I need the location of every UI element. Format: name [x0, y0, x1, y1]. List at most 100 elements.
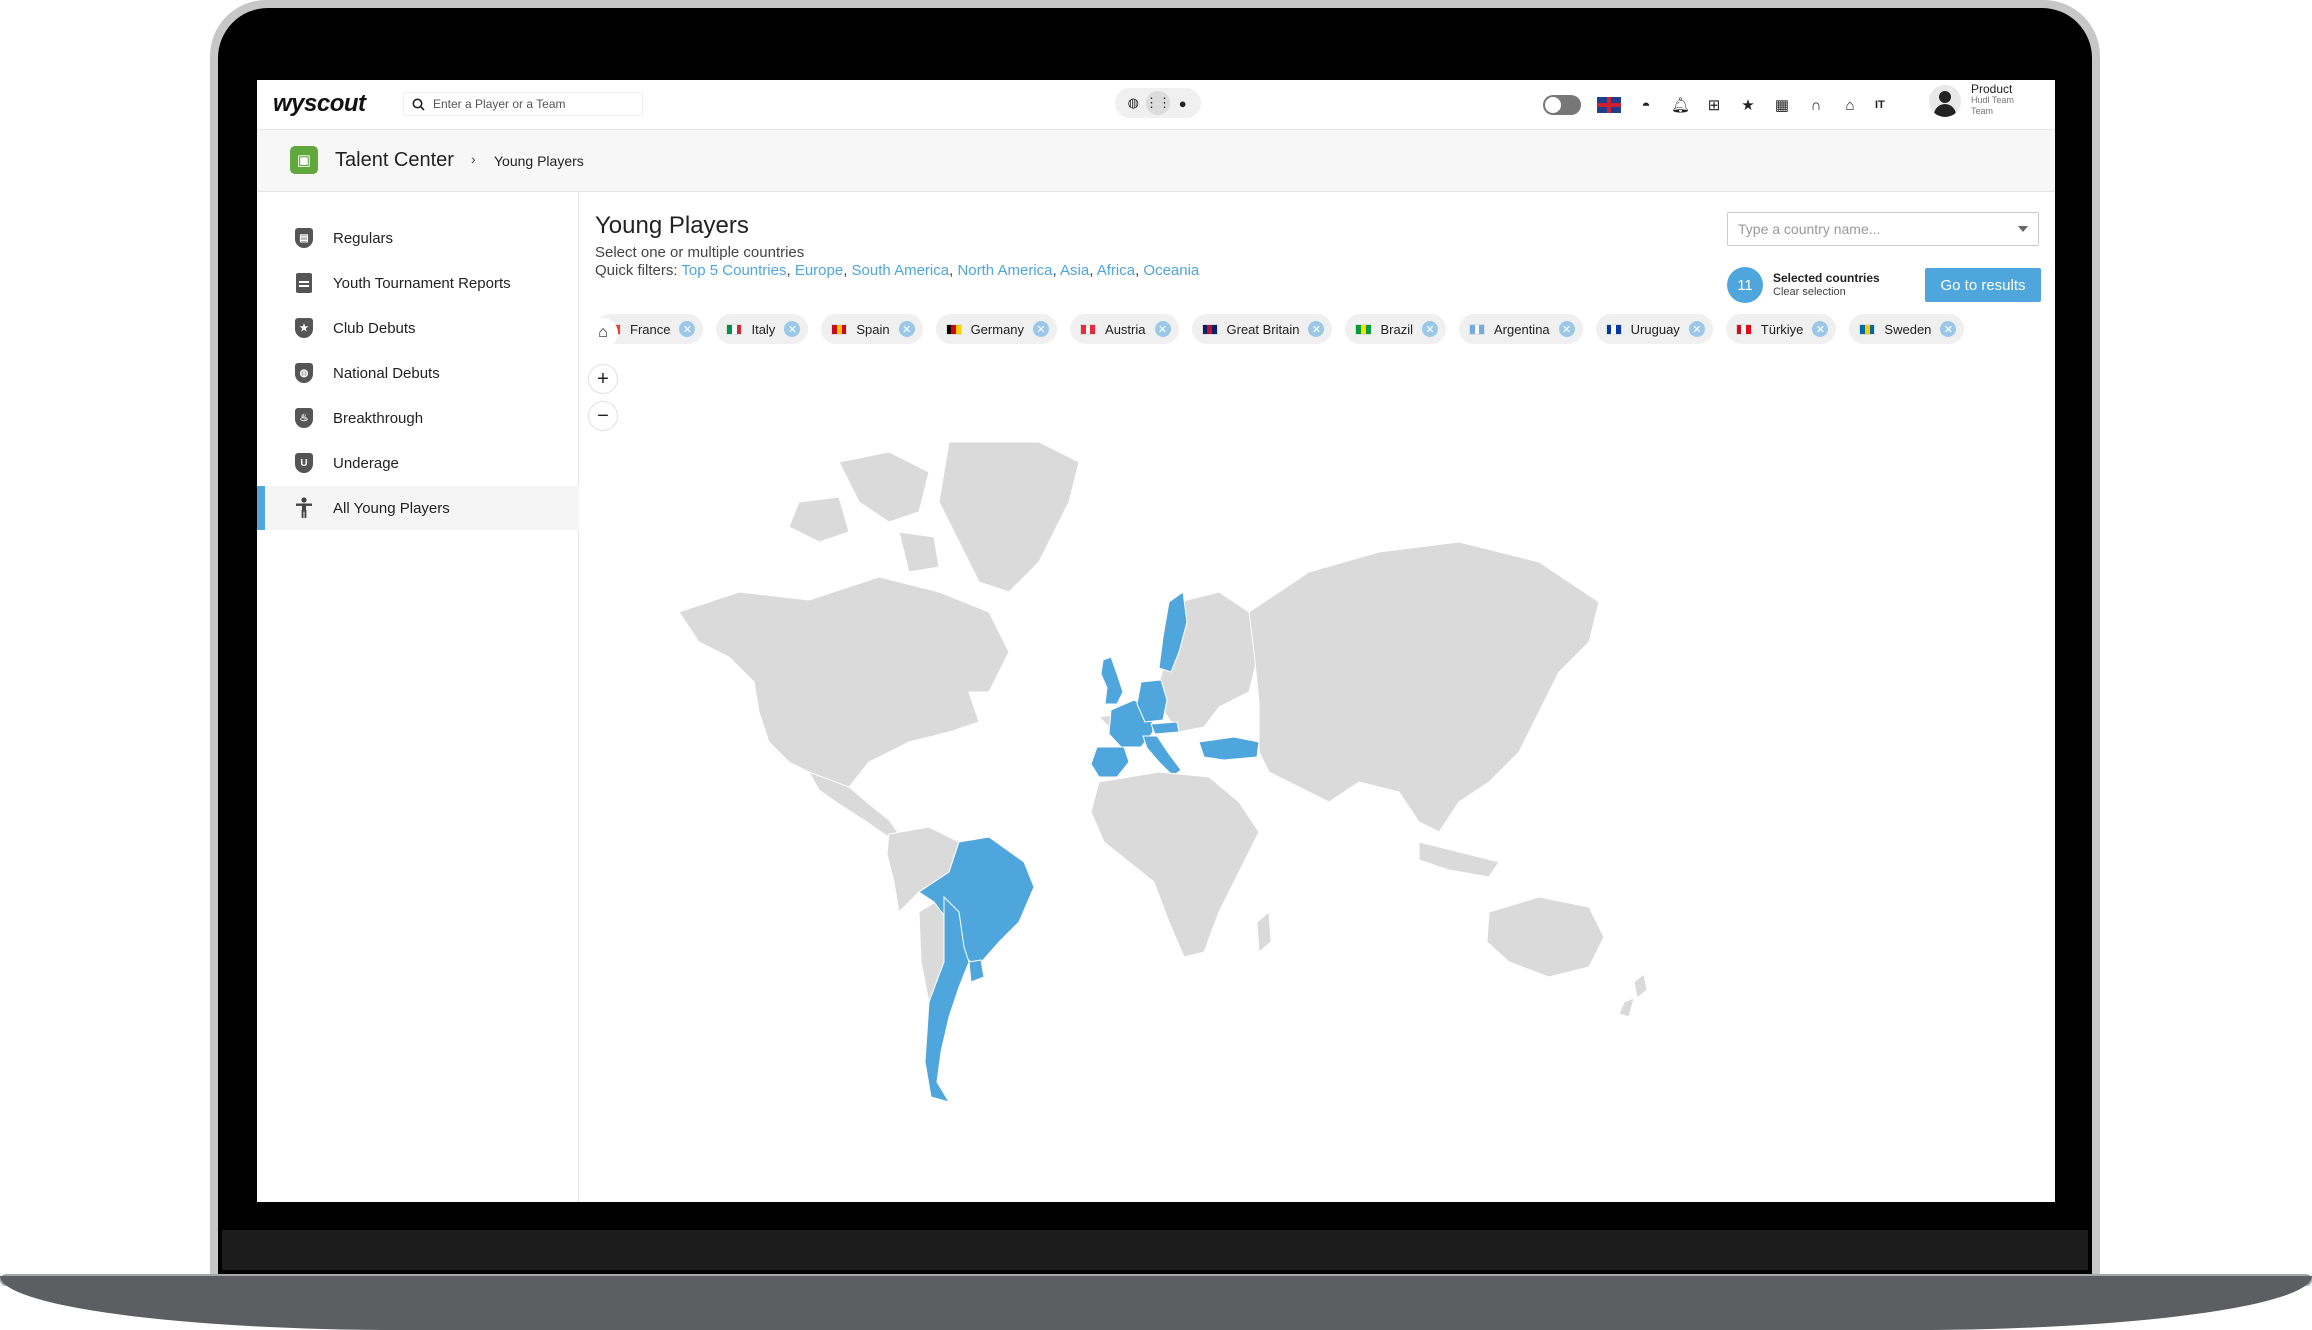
map-greenland[interactable]: [938, 442, 1080, 593]
chip-label: Italy: [751, 321, 776, 337]
quick-filters: Quick filters: Top 5 Countries, Europe, …: [595, 262, 1200, 279]
map-new-zealand[interactable]: [1618, 973, 1648, 1018]
zoom-in-button[interactable]: +: [588, 364, 618, 394]
go-to-results-button[interactable]: Go to results: [1925, 268, 2041, 302]
country-chip: Argentina ✕: [1459, 314, 1583, 344]
breadcrumb-page: Young Players: [494, 153, 584, 169]
person-icon[interactable]: ●: [1171, 91, 1195, 115]
theme-toggle[interactable]: [1543, 95, 1581, 115]
zoom-out-button[interactable]: −: [588, 401, 618, 431]
map-australia[interactable]: [1486, 896, 1605, 978]
map-uruguay[interactable]: [968, 959, 985, 983]
country-chip: Sweden ✕: [1849, 314, 1965, 344]
sidebar-item-youth-tournament-reports[interactable]: Youth Tournament Reports: [257, 261, 579, 305]
country-select[interactable]: [1727, 212, 2039, 246]
top-bar: wyscout ◍ ⋮⋮ ● ◓ 🔔︎ ⊞ ★ ▦ ∩ ⌂ IT Product: [257, 80, 2055, 130]
remove-chip-icon[interactable]: ✕: [1688, 321, 1705, 337]
quick-filter-asia[interactable]: Asia: [1060, 262, 1089, 279]
globe-icon[interactable]: ◍: [1121, 91, 1145, 115]
world-map[interactable]: [659, 442, 1979, 1202]
chip-label: Sweden: [1884, 321, 1932, 337]
remove-chip-icon[interactable]: ✕: [1558, 321, 1575, 337]
quick-filter-oceania[interactable]: Oceania: [1143, 262, 1199, 279]
user-menu[interactable]: Product Hudl Team Team: [1929, 82, 2027, 117]
remove-chip-icon[interactable]: ✕: [898, 321, 915, 337]
headset-icon[interactable]: ∩: [1807, 97, 1825, 114]
map-italy[interactable]: [1142, 735, 1182, 777]
chip-label: Austria: [1105, 321, 1146, 337]
flag-icon: [1859, 323, 1876, 335]
sidebar-item-national-debuts[interactable]: ◍ National Debuts: [257, 351, 579, 395]
chip-label: Türkiye: [1760, 321, 1804, 337]
flag-icon: [1469, 323, 1485, 335]
breadcrumb-section[interactable]: Talent Center: [335, 149, 454, 172]
quick-filter-south-america[interactable]: South America: [852, 262, 950, 279]
chip-label: Uruguay: [1630, 321, 1680, 337]
wyscout-logo[interactable]: wyscout: [273, 90, 366, 118]
sidebar-item-underage[interactable]: U Underage: [257, 441, 579, 485]
plus-box-icon[interactable]: ⊞: [1705, 96, 1723, 114]
sidebar-item-label: National Debuts: [333, 364, 440, 382]
remove-chip-icon[interactable]: ✕: [1940, 321, 1957, 337]
bell-icon[interactable]: 🔔︎: [1671, 96, 1690, 114]
sidebar-item-label: All Young Players: [333, 499, 450, 517]
remove-chip-icon[interactable]: ✕: [1033, 321, 1050, 337]
uk-flag-icon[interactable]: [1597, 97, 1621, 113]
quick-filter-top5[interactable]: Top 5 Countries: [681, 262, 786, 279]
chip-label: Spain: [856, 321, 890, 337]
map-great-britain[interactable]: [1100, 656, 1124, 705]
quick-filter-africa[interactable]: Africa: [1097, 262, 1135, 279]
clear-selection-link[interactable]: Clear selection: [1773, 286, 1846, 298]
remove-chip-icon[interactable]: ✕: [1154, 321, 1171, 337]
app-switcher: ◍ ⋮⋮ ●: [1115, 88, 1201, 118]
country-chip: Austria ✕: [1070, 314, 1179, 344]
map-spain[interactable]: [1090, 746, 1130, 778]
remove-chip-icon[interactable]: ✕: [1308, 321, 1325, 337]
player-search[interactable]: [403, 92, 643, 116]
remove-chip-icon[interactable]: ✕: [679, 321, 696, 337]
app-screen: wyscout ◍ ⋮⋮ ● ◓ 🔔︎ ⊞ ★ ▦ ∩ ⌂ IT Product: [257, 80, 2055, 1202]
chevron-down-icon[interactable]: [2018, 226, 2028, 232]
quick-filter-north-america[interactable]: North America: [957, 262, 1052, 279]
country-search-input[interactable]: [1738, 221, 1998, 237]
sidebar-item-all-young-players[interactable]: All Young Players: [257, 486, 579, 530]
sidebar-item-label: Regulars: [333, 229, 394, 247]
remove-chip-icon[interactable]: ✕: [784, 321, 801, 337]
person-icon: [293, 497, 315, 519]
map-southeast-asia[interactable]: [1418, 841, 1500, 878]
search-icon: [412, 98, 425, 111]
map-asia[interactable]: [1248, 541, 1600, 833]
map-home-icon[interactable]: ⌂: [588, 318, 618, 348]
laptop-chin: [222, 1230, 2088, 1270]
flag-icon: [1355, 323, 1372, 335]
calendar-icon[interactable]: ▦: [1773, 96, 1791, 114]
sidebar-item-regulars[interactable]: ▤ Regulars: [257, 216, 579, 260]
map-turkiye[interactable]: [1198, 736, 1260, 761]
grid-icon[interactable]: ⋮⋮: [1145, 91, 1171, 115]
country-chip: Türkiye ✕: [1725, 314, 1837, 344]
main-content: Young Players Select one or multiple cou…: [579, 192, 2055, 1202]
star-icon[interactable]: ★: [1739, 96, 1757, 114]
chip-label: Argentina: [1494, 321, 1550, 337]
flag-icon: [1605, 323, 1622, 335]
home-icon[interactable]: ⌂: [1841, 97, 1859, 114]
search-input[interactable]: [433, 97, 633, 111]
sidebar-item-breakthrough[interactable]: ♨ Breakthrough: [257, 396, 579, 440]
talent-center-icon[interactable]: ▣: [290, 146, 318, 174]
sidebar-item-label: Breakthrough: [333, 409, 424, 427]
map-austria[interactable]: [1150, 721, 1180, 735]
remove-chip-icon[interactable]: ✕: [1422, 321, 1438, 337]
remove-chip-icon[interactable]: ✕: [1812, 321, 1829, 337]
map-central-america[interactable]: [807, 771, 900, 837]
map-arctic-islands[interactable]: [788, 451, 940, 573]
map-north-america[interactable]: [678, 576, 1010, 788]
map-africa[interactable]: [1090, 771, 1272, 958]
language-selector[interactable]: IT: [1875, 99, 1885, 111]
sidebar-item-club-debuts[interactable]: ★ Club Debuts: [257, 306, 579, 350]
page-subtitle: Select one or multiple countries: [595, 244, 805, 261]
quick-filter-europe[interactable]: Europe: [795, 262, 843, 279]
user-name: Product: [1971, 82, 2013, 96]
chip-label: Germany: [970, 321, 1025, 337]
helmet-icon[interactable]: ◓: [1637, 97, 1655, 114]
flag-icon: [831, 323, 848, 335]
